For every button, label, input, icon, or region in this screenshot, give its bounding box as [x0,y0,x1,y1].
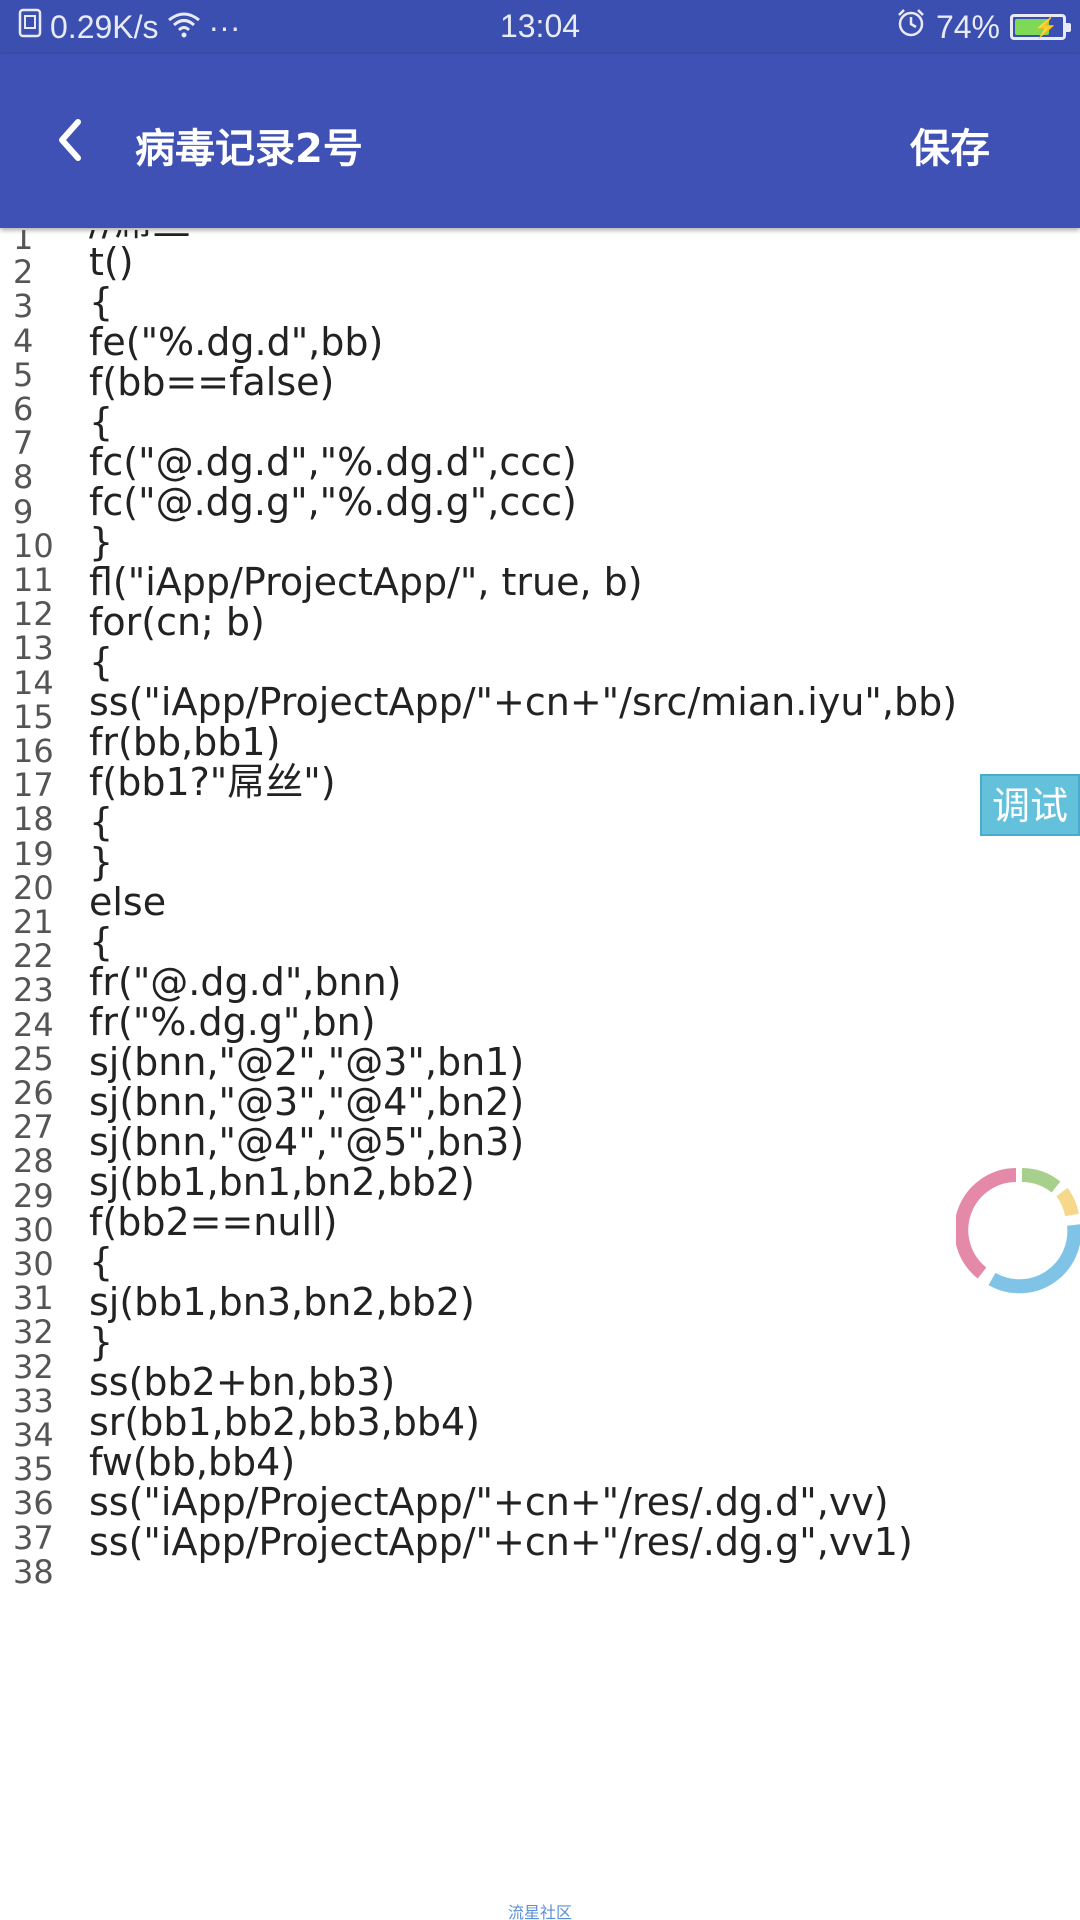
line-number: 36 [13,1484,54,1523]
line-number: 25 [13,1039,54,1078]
line-number: 9 [13,492,34,531]
line-number: 21 [13,903,54,941]
debug-button[interactable]: 调试 [980,774,1080,836]
line-number: 14 [13,663,54,702]
line-number: 2 [13,253,34,292]
line-number: 24 [13,1005,54,1044]
line-number: 8 [13,458,34,497]
line-number: 35 [13,1450,54,1489]
line-number: 29 [13,1176,54,1215]
line-number: 19 [13,834,54,873]
line-number: 38 [13,1552,54,1591]
line-number: 6 [13,390,34,428]
code-line[interactable]: f(bb2==null) [89,1199,337,1245]
back-button[interactable] [44,112,100,168]
code-line[interactable]: f(bb1?"屌丝") [89,759,336,805]
line-number: 13 [13,629,54,668]
status-bar: 0.29K/s ··· 13:04 74% ⚡ [0,0,1080,54]
line-number: 20 [13,868,54,907]
code-line[interactable]: fc("@.dg.g","%.dg.g",ccc) [89,479,577,525]
line-number: 23 [13,971,54,1010]
line-number: 10 [13,526,54,565]
page-title: 病毒记录2号 [135,126,363,172]
charging-bolt: ⚡ [1033,17,1058,39]
line-number: 4 [13,321,34,360]
code-line[interactable]: f(bb==false) [89,359,334,405]
chevron-left-icon [59,119,81,161]
line-number: 7 [13,424,34,463]
line-number: 37 [13,1518,54,1557]
line-number: 11 [13,561,54,599]
watermark: 流星社区 [507,1903,572,1920]
line-number: 17 [13,766,54,805]
code-editor[interactable]: 1 2 3 4 5 6 7 8 9 10 11 12 13 14 15 16 17 18 19 20 21 22 23 24 2… [0,230,1080,1920]
line-number: 30 [13,1210,54,1249]
floating-assistant-icon[interactable] [954,1165,1080,1295]
code-line[interactable]: sj(bb1,bn3,bn2,bb2) [89,1279,475,1325]
line-number: 27 [13,1108,54,1147]
line-number: 15 [13,697,54,736]
line-number: 22 [13,937,54,976]
line-number: 26 [13,1074,54,1112]
line-number: 34 [13,1416,54,1454]
line-number: 32 [13,1347,54,1386]
line-number: 16 [13,732,54,770]
line-number: 28 [13,1142,54,1181]
alarm-icon [896,8,926,46]
battery-charging-icon: ⚡ [1010,14,1071,40]
status-right: 74% ⚡ [896,8,1071,46]
line-number: 30 [13,1245,54,1283]
save-button[interactable]: 保存 [910,116,990,174]
line-number: 31 [13,1279,54,1318]
line-number: 5 [13,355,34,394]
line-number: 18 [13,800,54,839]
code-line[interactable]: ss("iApp/ProjectApp/"+cn+"/res/.dg.g",vv… [89,1519,913,1565]
line-number: 32 [13,1313,54,1352]
code-line[interactable]: for(cn; b) [89,599,265,645]
line-number: 33 [13,1381,54,1420]
line-number: 3 [13,287,34,326]
app-bar: 病毒记录2号 保存 [0,54,1080,228]
battery-percent: 74% [935,8,1000,45]
line-number: 12 [13,595,54,634]
